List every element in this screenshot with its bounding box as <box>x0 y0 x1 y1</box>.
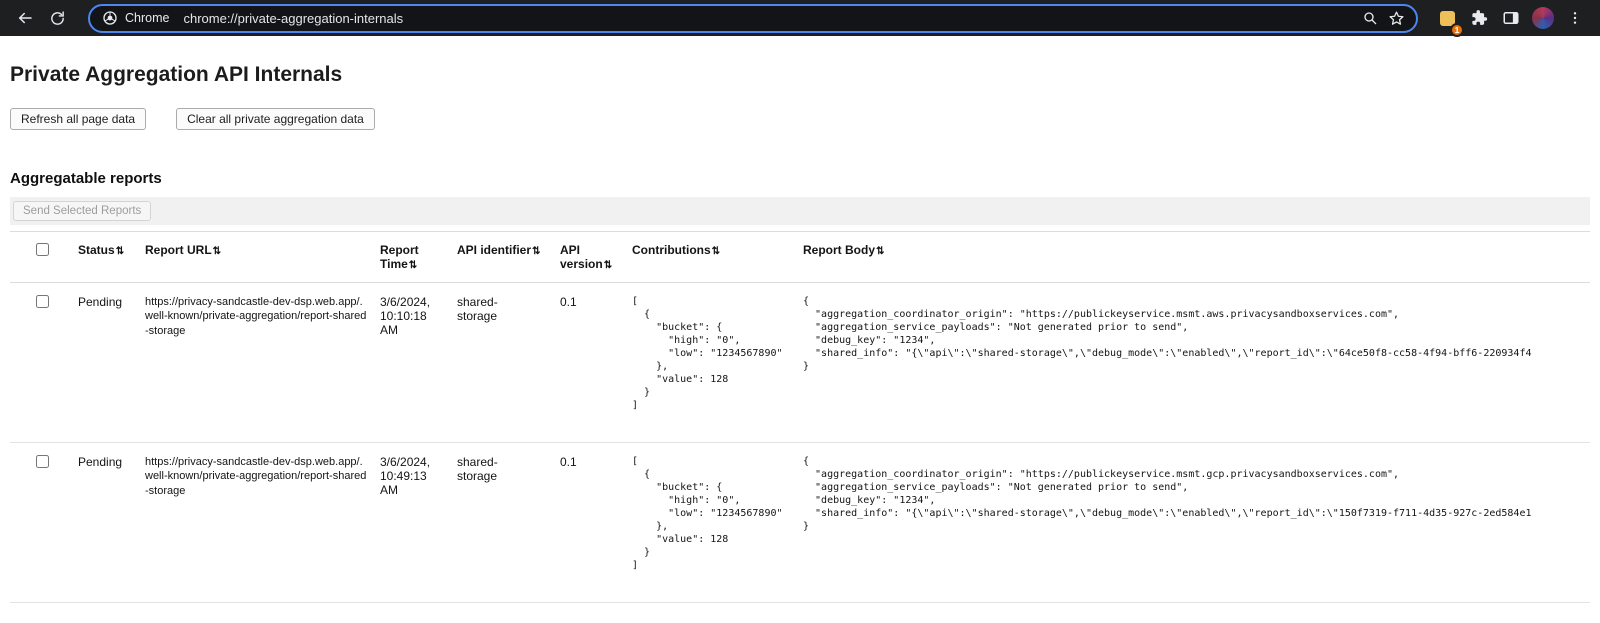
api-identifier-value: shared-storage <box>457 455 515 483</box>
contributions-cell: [ { "bucket": { "high": "0", "low": "123… <box>632 443 803 603</box>
col-api-version[interactable]: API version⇅ <box>560 232 632 283</box>
omnibox-chip-label: Chrome <box>125 11 169 25</box>
magnifier-icon <box>1362 10 1378 26</box>
extension-badge: 1 <box>1450 23 1464 37</box>
col-report-body[interactable]: Report Body⇅ <box>803 232 1590 283</box>
col-status-label: Status <box>78 243 115 257</box>
extensions-puzzle-icon[interactable] <box>1464 3 1494 33</box>
omnibox-chrome-chip: Chrome <box>102 10 169 26</box>
puzzle-icon <box>1470 9 1488 27</box>
refresh-all-button[interactable]: Refresh all page data <box>10 108 146 130</box>
col-api-identifier-label: API identifier <box>457 243 531 257</box>
clear-all-button[interactable]: Clear all private aggregation data <box>176 108 375 130</box>
star-icon <box>1388 10 1405 27</box>
pinned-extension-icon[interactable]: 1 <box>1432 3 1462 33</box>
report-body-cell: { "aggregation_coordinator_origin": "htt… <box>803 283 1590 443</box>
status-cell: Pending <box>78 283 145 443</box>
page-title: Private Aggregation API Internals <box>10 63 1590 87</box>
reload-button[interactable] <box>42 3 72 33</box>
api-identifier-value: shared-storage <box>457 295 515 323</box>
sort-icon: ⇅ <box>409 260 417 271</box>
send-selected-reports-button[interactable]: Send Selected Reports <box>13 201 151 221</box>
page-actions: Refresh all page data Clear all private … <box>10 108 1590 130</box>
report-body-cell: { "aggregation_coordinator_origin": "htt… <box>803 443 1590 603</box>
sort-icon: ⇅ <box>712 246 720 257</box>
reload-icon <box>49 10 66 27</box>
col-contributions-label: Contributions <box>632 243 711 257</box>
select-all-header <box>10 232 78 283</box>
omnibox[interactable]: Chrome chrome://private-aggregation-inte… <box>88 4 1418 33</box>
avatar-image <box>1532 7 1554 29</box>
back-button[interactable] <box>10 3 40 33</box>
status-cell: Pending <box>78 443 145 603</box>
table-toolbar: Send Selected Reports <box>10 197 1590 225</box>
report-url-cell: https://privacy-sandcastle-dev-dsp.web.a… <box>145 283 380 443</box>
select-all-checkbox[interactable] <box>36 243 49 256</box>
reports-table: Status⇅ Report URL⇅ Report Time⇅ API ide… <box>10 231 1590 603</box>
report-time-cell: 3/6/2024, 10:10:18 AM <box>380 283 457 443</box>
browser-toolbar: Chrome chrome://private-aggregation-inte… <box>0 0 1600 36</box>
menu-kebab-icon[interactable] <box>1560 3 1590 33</box>
kebab-dots-icon <box>1567 10 1583 26</box>
api-version-cell: 0.1 <box>560 283 632 443</box>
col-status[interactable]: Status⇅ <box>78 232 145 283</box>
col-api-version-label: API version <box>560 243 603 271</box>
sort-icon: ⇅ <box>876 246 884 257</box>
row-checkbox[interactable] <box>36 295 49 308</box>
contributions-cell: [ { "bucket": { "high": "0", "low": "123… <box>632 283 803 443</box>
profile-avatar[interactable] <box>1528 3 1558 33</box>
table-row: Pending https://privacy-sandcastle-dev-d… <box>10 283 1590 443</box>
bookmark-star-icon[interactable] <box>1383 5 1410 32</box>
col-api-identifier[interactable]: API identifier⇅ <box>457 232 560 283</box>
col-report-time[interactable]: Report Time⇅ <box>380 232 457 283</box>
col-report-body-label: Report Body <box>803 243 875 257</box>
back-arrow-icon <box>16 9 34 27</box>
omnibox-url[interactable]: chrome://private-aggregation-internals <box>183 11 403 26</box>
table-row: Pending https://privacy-sandcastle-dev-d… <box>10 443 1590 603</box>
sort-icon: ⇅ <box>604 260 612 271</box>
api-identifier-cell: shared-storage <box>457 283 560 443</box>
report-url-cell: https://privacy-sandcastle-dev-dsp.web.a… <box>145 443 380 603</box>
page-content: Private Aggregation API Internals Refres… <box>0 63 1600 603</box>
api-identifier-cell: shared-storage <box>457 443 560 603</box>
col-report-url-label: Report URL <box>145 243 212 257</box>
table-header-row: Status⇅ Report URL⇅ Report Time⇅ API ide… <box>10 232 1590 283</box>
sort-icon: ⇅ <box>213 246 221 257</box>
sort-icon: ⇅ <box>116 246 124 257</box>
search-icon[interactable] <box>1356 5 1383 32</box>
col-contributions[interactable]: Contributions⇅ <box>632 232 803 283</box>
row-checkbox[interactable] <box>36 455 49 468</box>
report-body-json: { "aggregation_coordinator_origin": "htt… <box>803 295 1578 373</box>
api-version-cell: 0.1 <box>560 443 632 603</box>
row-checkbox-cell <box>10 283 78 443</box>
contributions-json: [ { "bucket": { "high": "0", "low": "123… <box>632 455 791 572</box>
report-body-json: { "aggregation_coordinator_origin": "htt… <box>803 455 1578 533</box>
side-panel-glyph-icon <box>1502 9 1520 27</box>
side-panel-icon[interactable] <box>1496 3 1526 33</box>
sort-icon: ⇅ <box>532 246 540 257</box>
report-time-cell: 3/6/2024, 10:49:13 AM <box>380 443 457 603</box>
section-heading: Aggregatable reports <box>10 170 1590 187</box>
row-checkbox-cell <box>10 443 78 603</box>
chrome-logo-icon <box>102 10 118 26</box>
contributions-json: [ { "bucket": { "high": "0", "low": "123… <box>632 295 791 412</box>
col-report-url[interactable]: Report URL⇅ <box>145 232 380 283</box>
